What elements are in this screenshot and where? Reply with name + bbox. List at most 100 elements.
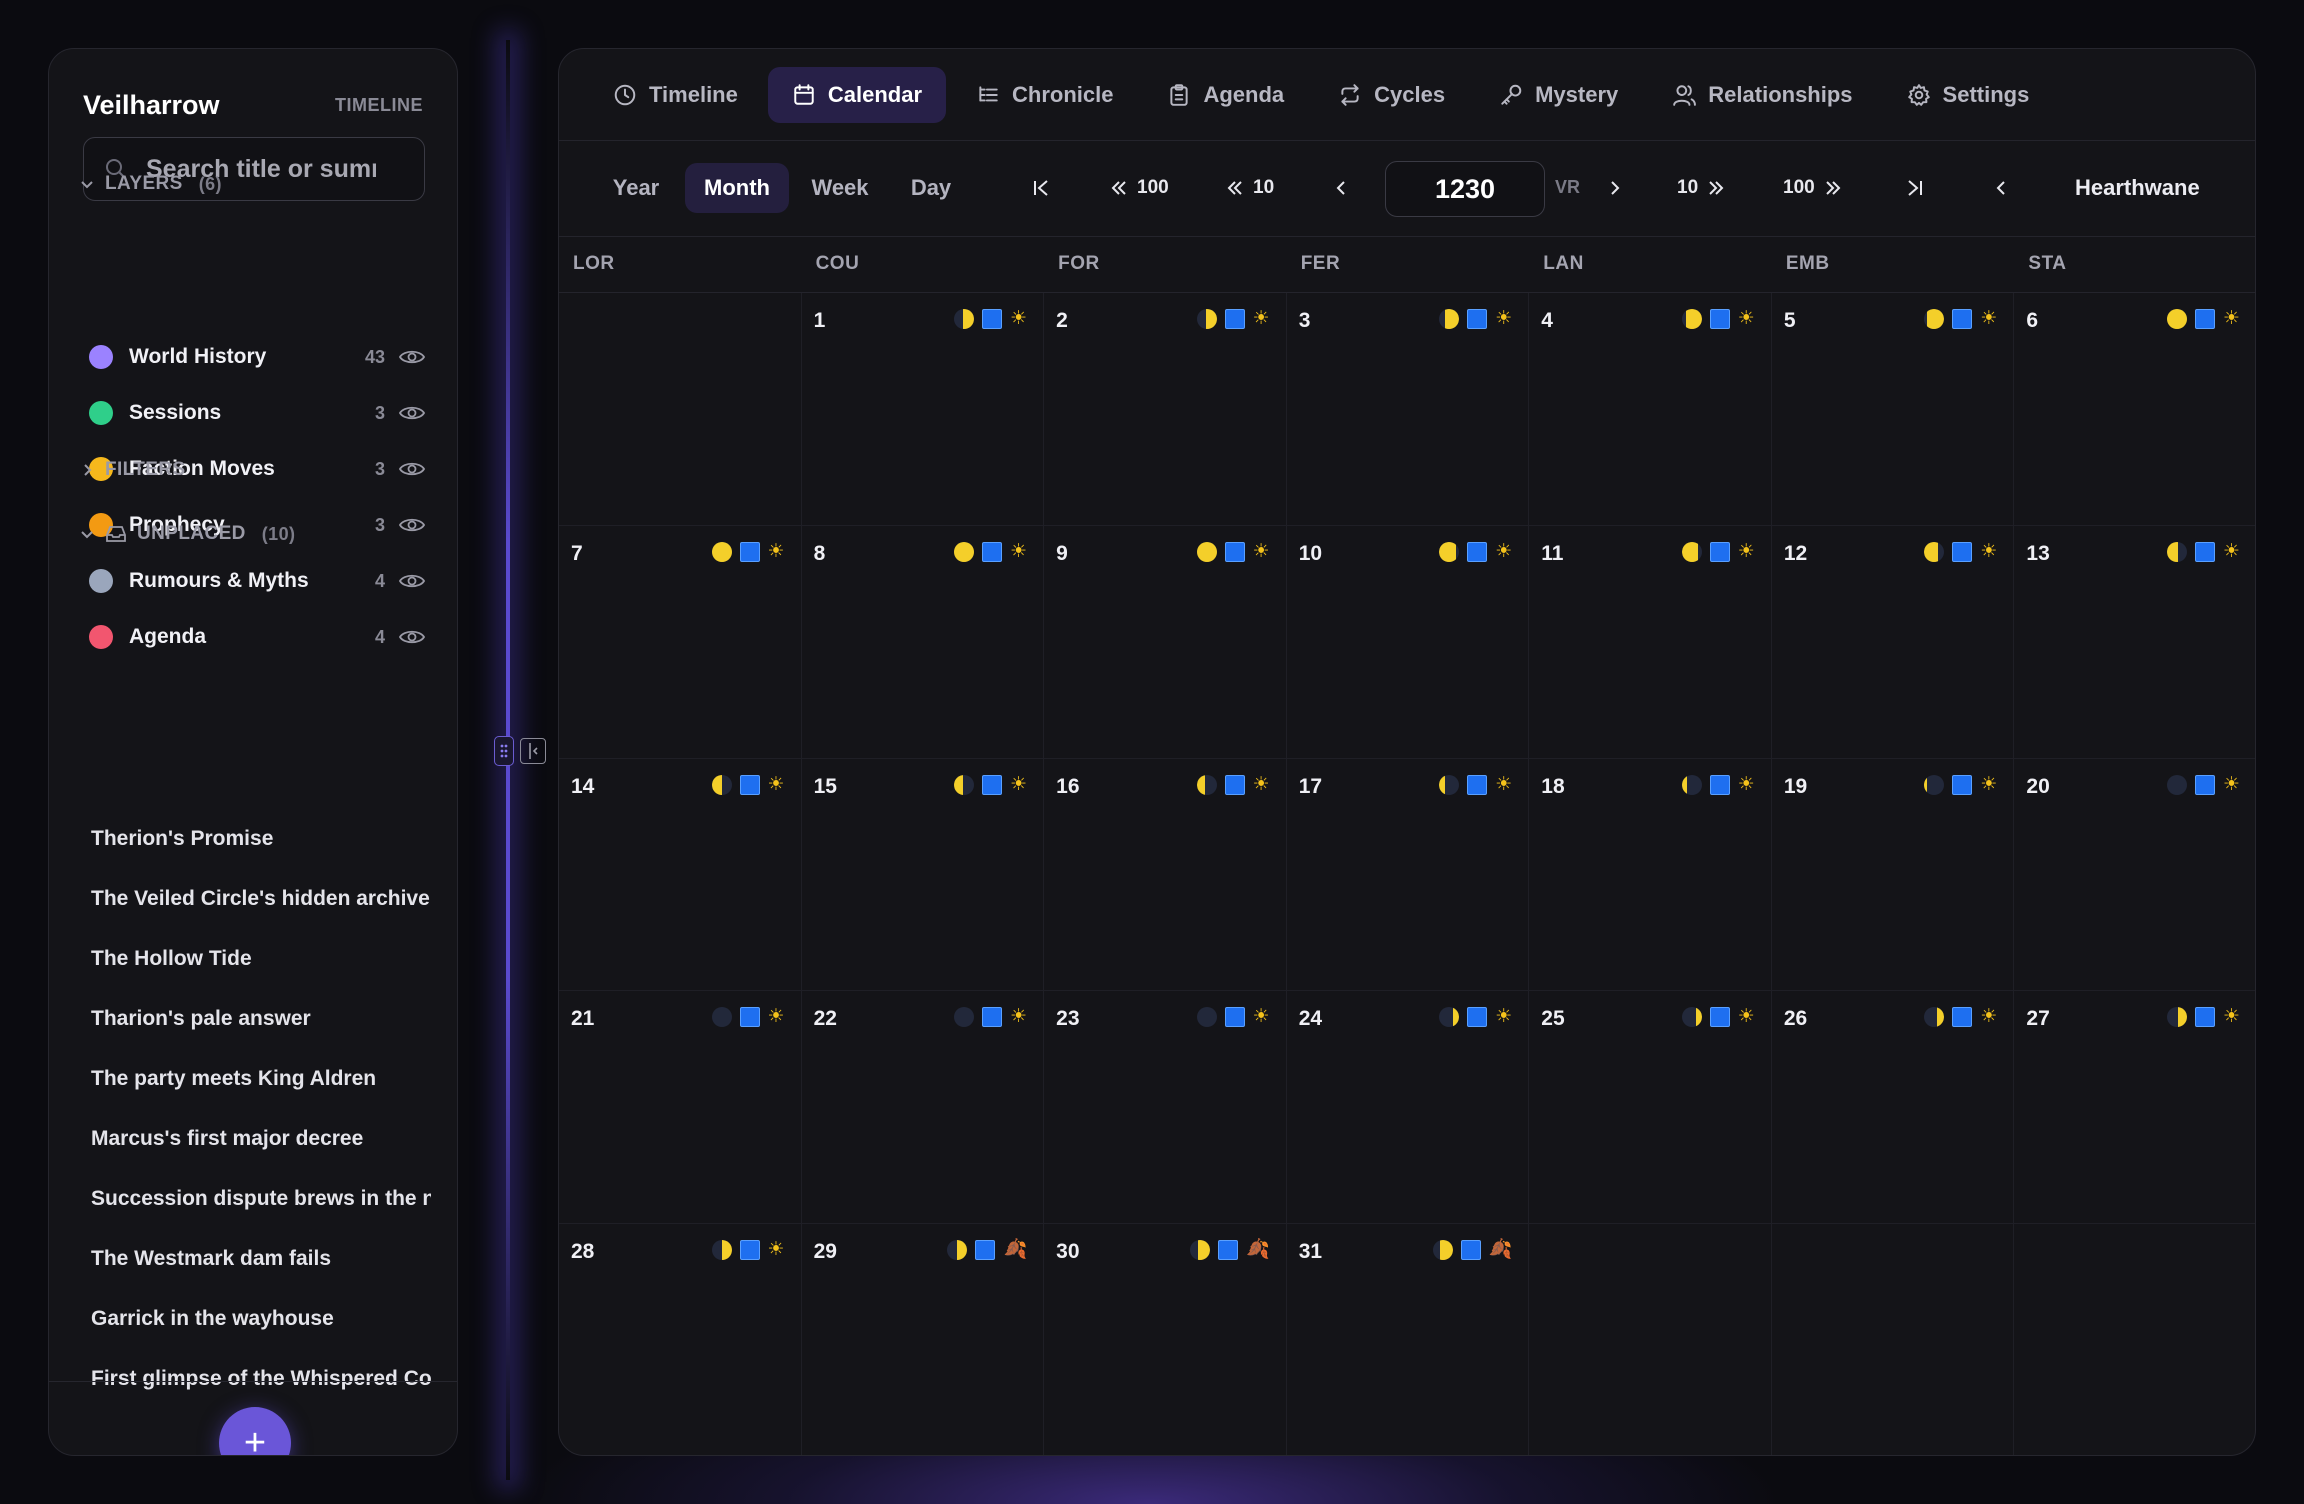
collapse-panel-icon[interactable] <box>520 738 546 764</box>
eye-icon[interactable] <box>399 460 425 478</box>
calendar-day-cell[interactable]: 24 ☀ <box>1286 991 1530 1225</box>
calendar-day-cell[interactable]: 21 ☀ <box>559 991 802 1225</box>
moon-phase-icon <box>1190 1240 1211 1261</box>
day-number: 22 <box>813 1007 837 1031</box>
calendar-day-cell[interactable]: 22 ☀ <box>801 991 1045 1225</box>
calendar-day-cell[interactable]: 3 ☀ <box>1286 293 1530 526</box>
calendar-day-cell[interactable]: 18 ☀ <box>1529 758 1772 992</box>
sidebar-collapse-handle[interactable] <box>494 736 546 766</box>
calendar-day-cell[interactable]: 31 🍂 <box>1287 1224 1530 1455</box>
weekday-label: EMB <box>1785 253 1830 274</box>
day-number: 20 <box>2026 774 2050 798</box>
blue-square-icon <box>1467 309 1488 329</box>
prev-year-button[interactable] <box>1331 163 1351 213</box>
tab-label: Settings <box>1942 81 2030 107</box>
blue-square-icon <box>739 541 760 562</box>
calendar-day-cell[interactable]: 6 ☀ <box>2014 293 2255 526</box>
eye-icon[interactable] <box>399 348 425 366</box>
unplaced-section-toggle[interactable]: UNPLACED (10) <box>79 523 295 545</box>
calendar-day-cell[interactable]: 9 ☀ <box>1044 525 1287 759</box>
day-indicators: ☀ <box>1681 309 1755 329</box>
calendar-day-cell[interactable]: 5 ☀ <box>1771 293 2015 526</box>
calendar-day-cell[interactable]: 16 ☀ <box>1044 758 1287 992</box>
add-event-button[interactable]: + <box>219 1407 291 1455</box>
calendar-day-cell[interactable]: 17 ☀ <box>1286 758 1530 992</box>
moon-phase-icon <box>1681 309 1702 329</box>
day-number: 27 <box>2026 1007 2050 1031</box>
tab-settings[interactable]: Settings <box>1883 67 2054 123</box>
calendar-day-cell[interactable]: 26 ☀ <box>1771 991 2015 1225</box>
view-year-button[interactable]: Year <box>591 163 681 213</box>
layer-item[interactable]: Agenda 4 <box>89 609 425 665</box>
calendar-day-cell[interactable]: 7 ☀ <box>559 525 802 759</box>
fwd-100-button[interactable]: 100 <box>1783 163 1843 213</box>
tab-calendar[interactable]: Calendar <box>767 66 947 123</box>
layer-item[interactable]: Sessions 3 <box>89 385 425 441</box>
moon-phase-icon <box>954 541 975 562</box>
eye-icon[interactable] <box>399 404 425 422</box>
calendar-day-cell[interactable]: 10 ☀ <box>1286 525 1530 759</box>
calendar-day-cell[interactable]: 23 ☀ <box>1044 991 1287 1225</box>
unplaced-event-item[interactable]: The Hollow Tide <box>91 929 431 989</box>
calendar-day-cell[interactable]: 20 ☀ <box>2014 759 2255 992</box>
layers-section-toggle[interactable]: LAYERS (6) <box>79 173 222 195</box>
calendar-day-cell[interactable]: 2 ☀ <box>1044 293 1287 526</box>
tab-mystery[interactable]: Mystery <box>1475 67 1642 123</box>
eye-icon[interactable] <box>399 516 425 534</box>
eye-icon[interactable] <box>399 572 425 590</box>
day-number: 1 <box>813 309 826 332</box>
calendar-day-cell[interactable]: 13 ☀ <box>2014 526 2255 759</box>
back-10-button[interactable]: 10 <box>1225 163 1274 213</box>
tab-relationships[interactable]: Relationships <box>1648 67 1876 123</box>
unplaced-event-item[interactable]: The party meets King Aldren <box>91 1049 431 1109</box>
calendar-day-cell[interactable]: 15 ☀ <box>801 758 1045 992</box>
calendar-day-cell[interactable]: 19 ☀ <box>1771 758 2015 992</box>
layer-item[interactable]: Rumours & Myths 4 <box>89 553 425 609</box>
calendar-day-cell[interactable]: 29 🍂 <box>802 1224 1045 1455</box>
next-year-button[interactable] <box>1605 163 1625 213</box>
calendar-day-cell[interactable]: 4 ☀ <box>1529 293 1772 526</box>
unplaced-label: UNPLACED <box>137 523 246 544</box>
jump-first-button[interactable] <box>1031 163 1053 213</box>
prev-month-button[interactable] <box>1991 163 2011 213</box>
layer-item[interactable]: World History 43 <box>89 329 425 385</box>
unplaced-event-item[interactable]: Succession dispute brews in the north <box>91 1169 431 1229</box>
day-indicators: ☀ <box>711 1007 785 1028</box>
filters-section-toggle[interactable]: FILTERS <box>79 459 186 481</box>
unplaced-event-item[interactable]: Garrick in the wayhouse <box>91 1289 431 1349</box>
day-number: 13 <box>2026 541 2050 565</box>
year-input[interactable]: 1230 <box>1385 161 1545 217</box>
fwd-10-button[interactable]: 10 <box>1677 163 1726 213</box>
unplaced-event-item[interactable]: The Westmark dam fails <box>91 1229 431 1289</box>
calendar-day-cell[interactable]: 8 ☀ <box>801 525 1045 759</box>
unplaced-event-item[interactable]: Therion's Promise <box>91 809 431 869</box>
month-name[interactable]: Hearthwane <box>2075 175 2200 201</box>
calendar-day-cell[interactable]: 11 ☀ <box>1529 525 1772 759</box>
view-month-button[interactable]: Month <box>685 163 789 213</box>
tab-chronicle[interactable]: Chronicle <box>952 67 1137 123</box>
unplaced-event-item[interactable]: First glimpse of the Whispered Court <box>91 1349 431 1409</box>
calendar-day-cell[interactable]: 14 ☀ <box>559 758 802 992</box>
unplaced-event-item[interactable]: Marcus's first major decree <box>91 1109 431 1169</box>
day-number: 17 <box>1298 774 1323 798</box>
back-100-button[interactable]: 100 <box>1109 163 1169 213</box>
calendar-day-cell[interactable]: 27 ☀ <box>2014 991 2255 1225</box>
calendar-day-cell[interactable]: 30 🍂 <box>1044 1224 1287 1455</box>
tab-agenda[interactable]: Agenda <box>1143 67 1308 123</box>
tab-label: Cycles <box>1374 81 1446 107</box>
view-week-button[interactable]: Week <box>795 163 885 213</box>
unplaced-event-item[interactable]: Tharion's pale answer <box>91 989 431 1049</box>
calendar-day-cell[interactable]: 12 ☀ <box>1771 525 2015 759</box>
calendar-day-cell[interactable]: 28 ☀ <box>559 1224 802 1455</box>
day-indicators: ☀ <box>1681 541 1755 562</box>
view-day-button[interactable]: Day <box>891 163 971 213</box>
tab-label: Chronicle <box>1012 81 1114 107</box>
jump-last-button[interactable] <box>1903 163 1925 213</box>
eye-icon[interactable] <box>399 628 425 646</box>
calendar-day-cell[interactable]: 25 ☀ <box>1529 991 1772 1225</box>
calendar-day-cell[interactable]: 1 ☀ <box>801 293 1045 526</box>
tab-cycles[interactable]: Cycles <box>1314 67 1469 123</box>
tab-timeline[interactable]: Timeline <box>589 67 762 123</box>
unplaced-event-item[interactable]: The Veiled Circle's hidden archive <box>91 869 431 929</box>
drag-handle-icon[interactable] <box>494 736 514 766</box>
